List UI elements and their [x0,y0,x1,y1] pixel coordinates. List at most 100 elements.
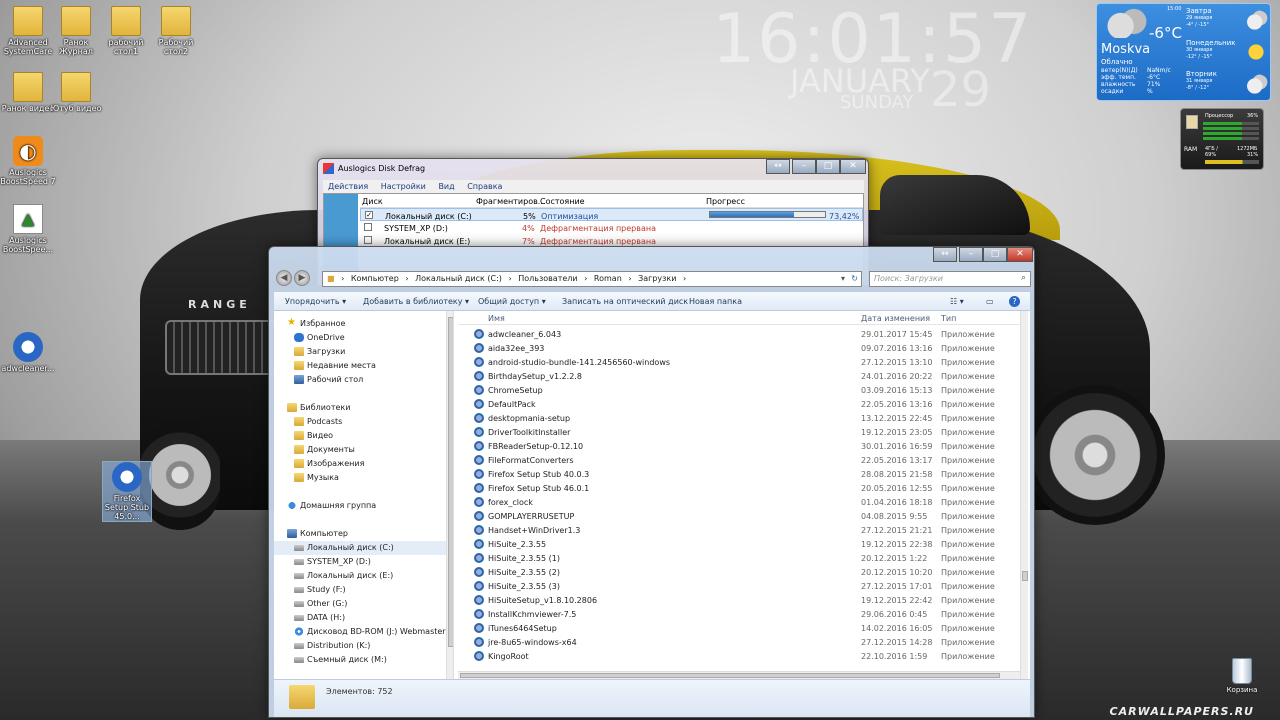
menu-actions[interactable]: Действия [323,180,373,191]
refresh-icon[interactable]: ↻ [851,272,858,286]
explorer-window[interactable]: ↔ – □ ✕ ◀ ▶ ■ › Компьютер › Локальный ди… [268,246,1035,718]
file-row[interactable]: android-studio-bundle-141.2456560-window… [458,355,1020,369]
nav-documents[interactable]: Документы [274,443,450,457]
close-button[interactable]: ✕ [1007,247,1033,262]
menu-view[interactable]: Вид [433,180,459,191]
file-row[interactable]: jre-8u65-windows-x64 27.12.2015 14:28 Прил… [458,635,1020,649]
file-row[interactable]: forex_clock 01.04.2016 18:18 Приложение [458,495,1020,509]
nav-drive-k[interactable]: Distribution (K:) [274,639,450,653]
nav-favorites[interactable]: ★ Избранное [274,317,450,331]
file-list-scrollbar[interactable] [1020,311,1028,679]
file-row[interactable]: aida32ee_393 09.07.2016 13:16 Приложение [458,341,1020,355]
preview-pane-icon[interactable]: ▭ [986,297,994,306]
col-state[interactable]: Состояние [540,197,585,206]
file-row[interactable]: desktopmania-setup 13.12.2015 22:45 Прилож… [458,411,1020,425]
file-row[interactable]: HiSuite_2.3.55 (3) 27.12.2015 17:01 Прилож… [458,579,1020,593]
organize-button[interactable]: Упорядочить ▾ [285,297,346,306]
navigation-scrollbar[interactable] [446,311,453,679]
desktop-icon-desktop2[interactable]: Рабочий стол2 [148,6,204,56]
file-row[interactable]: adwcleaner_6.043 29.01.2017 15:45 Приложен… [458,327,1020,341]
nav-computer[interactable]: Компьютер [274,527,450,541]
nav-drive-d[interactable]: SYSTEM_XP (D:) [274,555,450,569]
file-row[interactable]: HiSuite_2.3.55 (1) 20.12.2015 1:22 Приложе… [458,551,1020,565]
drive-row[interactable]: ✓ Локальный диск (C:) 5% Оптимизация 73,… [360,208,863,221]
recycle-bin[interactable]: Корзина [1222,658,1262,694]
nav-desktop[interactable]: Рабочий стол [274,373,450,387]
address-dropdown-icon[interactable]: ▾ [841,272,845,286]
desktop-icon-desktop1[interactable]: рабочий стол1 [98,6,154,56]
nav-drive-m[interactable]: Съемный диск (M:) [274,653,450,667]
maximize-button[interactable]: □ [816,159,840,174]
drive-checkbox[interactable] [364,223,372,231]
col-type[interactable]: Тип [941,314,956,323]
file-row[interactable]: FBReaderSetup-0.12.10 30.01.2016 16:59 При… [458,439,1020,453]
file-row[interactable]: KingoRoot 22.10.2016 1:59 Приложение [458,649,1020,663]
maximize-button[interactable]: □ [983,247,1007,262]
minimize-button[interactable]: – [792,159,816,174]
scrollbar-thumb[interactable] [460,673,1000,678]
forward-button[interactable]: ▶ [294,270,310,286]
file-row[interactable]: iTunes6464Setup 14.02.2016 16:05 Приложени… [458,621,1020,635]
nav-downloads[interactable]: Загрузки [274,345,450,359]
menu-settings[interactable]: Настройки [376,180,431,191]
desktop-icon-boostspeed-setup[interactable]: ▲ Auslogics BoostSpee... [0,204,56,254]
nav-drive-h[interactable]: DATA (H:) [274,611,450,625]
help-icon[interactable]: ? [1009,296,1020,307]
nav-drive-e[interactable]: Локальный диск (E:) [274,569,450,583]
cpu-ram-gadget[interactable]: Процессор 36% RAM 4ГБ / 1272МБ 69% 31% [1180,108,1264,170]
burn-button[interactable]: Записать на оптический диск [562,297,688,306]
file-row[interactable]: BirthdaySetup_v1.2.2.8 24.01.2016 20:22 Пр… [458,369,1020,383]
nav-video[interactable]: Видео [274,429,450,443]
file-row[interactable]: GOMPLAYERRUSETUP 04.08.2015 9:55 Приложени… [458,509,1020,523]
nav-homegroup[interactable]: Домашняя группа [274,499,450,513]
weather-gadget[interactable]: 15:00 -6°C Moskva Облачно ветер(N)(Д) NaN… [1096,3,1271,101]
file-row[interactable]: HiSuite_2.3.55 (2) 20.12.2015 10:20 Прилож… [458,565,1020,579]
nav-drive-g[interactable]: Other (G:) [274,597,450,611]
file-row[interactable]: Firefox Setup Stub 40.0.3 28.08.2015 21:5… [458,467,1020,481]
file-row[interactable]: InstallKchmviewer-7.5 29.06.2016 0:45 Прил… [458,607,1020,621]
drive-row[interactable]: SYSTEM_XP (D:) 4% Дефрагментация прерван… [360,221,863,234]
breadcrumb-computer[interactable]: Компьютер [351,272,399,286]
search-input[interactable]: Поиск: Загрузки [869,271,1031,287]
breadcrumb-drive-c[interactable]: Локальный диск (C:) [415,272,502,286]
desktop-icon-ranok-journal[interactable]: Ранок Журнал [48,6,104,56]
scrollbar-thumb[interactable] [448,317,453,647]
nav-podcasts[interactable]: Podcasts [274,415,450,429]
share-button[interactable]: Общий доступ ▾ [478,297,546,306]
nav-onedrive[interactable]: OneDrive [274,331,450,345]
scrollbar-thumb[interactable] [1022,571,1028,581]
nav-libraries[interactable]: Библиотеки [274,401,450,415]
file-list-horizontal-scrollbar[interactable] [458,671,1020,679]
file-row[interactable]: DefaultPack 22.05.2016 13:16 Приложение [458,397,1020,411]
new-folder-button[interactable]: Новая папка [689,297,742,306]
col-name[interactable]: Имя [488,314,505,323]
breadcrumb-roman[interactable]: Roman [594,272,622,286]
breadcrumb-downloads[interactable]: Загрузки [638,272,676,286]
col-fragmented[interactable]: Фрагментиров... [476,197,545,206]
file-row[interactable]: Handset+WinDriver1.3 27.12.2015 21:21 Прил… [458,523,1020,537]
close-button[interactable]: ✕ [840,159,866,174]
nav-drive-j[interactable]: Дисковод BD-ROM (J:) WebmasterDVD6 [274,625,453,639]
file-row[interactable]: ChromeSetup 03.09.2016 15:13 Приложение [458,383,1020,397]
add-to-library-button[interactable]: Добавить в библиотеку ▾ [363,297,469,306]
file-row[interactable]: HiSuiteSetup_v1.8.10.2806 19.12.2015 22:4… [458,593,1020,607]
nav-drive-f[interactable]: Study (F:) [274,583,450,597]
address-bar[interactable]: ■ › Компьютер › Локальный диск (C:) › По… [322,271,862,287]
desktop-icon-youtube-video[interactable]: Ютуб видео [48,72,104,113]
nav-pictures[interactable]: Изображения [274,457,450,471]
resize-button[interactable]: ↔ [933,247,957,262]
desktop-icon-firefox-setup[interactable]: Firefox Setup Stub 45.0... [102,461,152,522]
col-drive[interactable]: Диск [362,197,383,206]
drive-checkbox[interactable] [364,236,372,244]
nav-music[interactable]: Музыка [274,471,450,485]
back-button[interactable]: ◀ [276,270,292,286]
resize-button[interactable]: ↔ [766,159,790,174]
nav-recent-places[interactable]: Недавние места [274,359,450,373]
file-row[interactable]: FileFormatConverters 22.05.2016 13:17 Прил… [458,453,1020,467]
drive-checkbox[interactable]: ✓ [365,211,373,219]
col-date-modified[interactable]: Дата изменения [861,314,930,323]
desktop-icon-adwcleaner[interactable]: adwcleaner... [0,332,56,373]
file-row[interactable]: DriverToolkitInstaller 19.12.2015 23:05 Пр… [458,425,1020,439]
file-row[interactable]: HiSuite_2.3.55 19.12.2015 22:38 Приложение [458,537,1020,551]
file-row[interactable]: Firefox Setup Stub 46.0.1 20.05.2016 12:5… [458,481,1020,495]
